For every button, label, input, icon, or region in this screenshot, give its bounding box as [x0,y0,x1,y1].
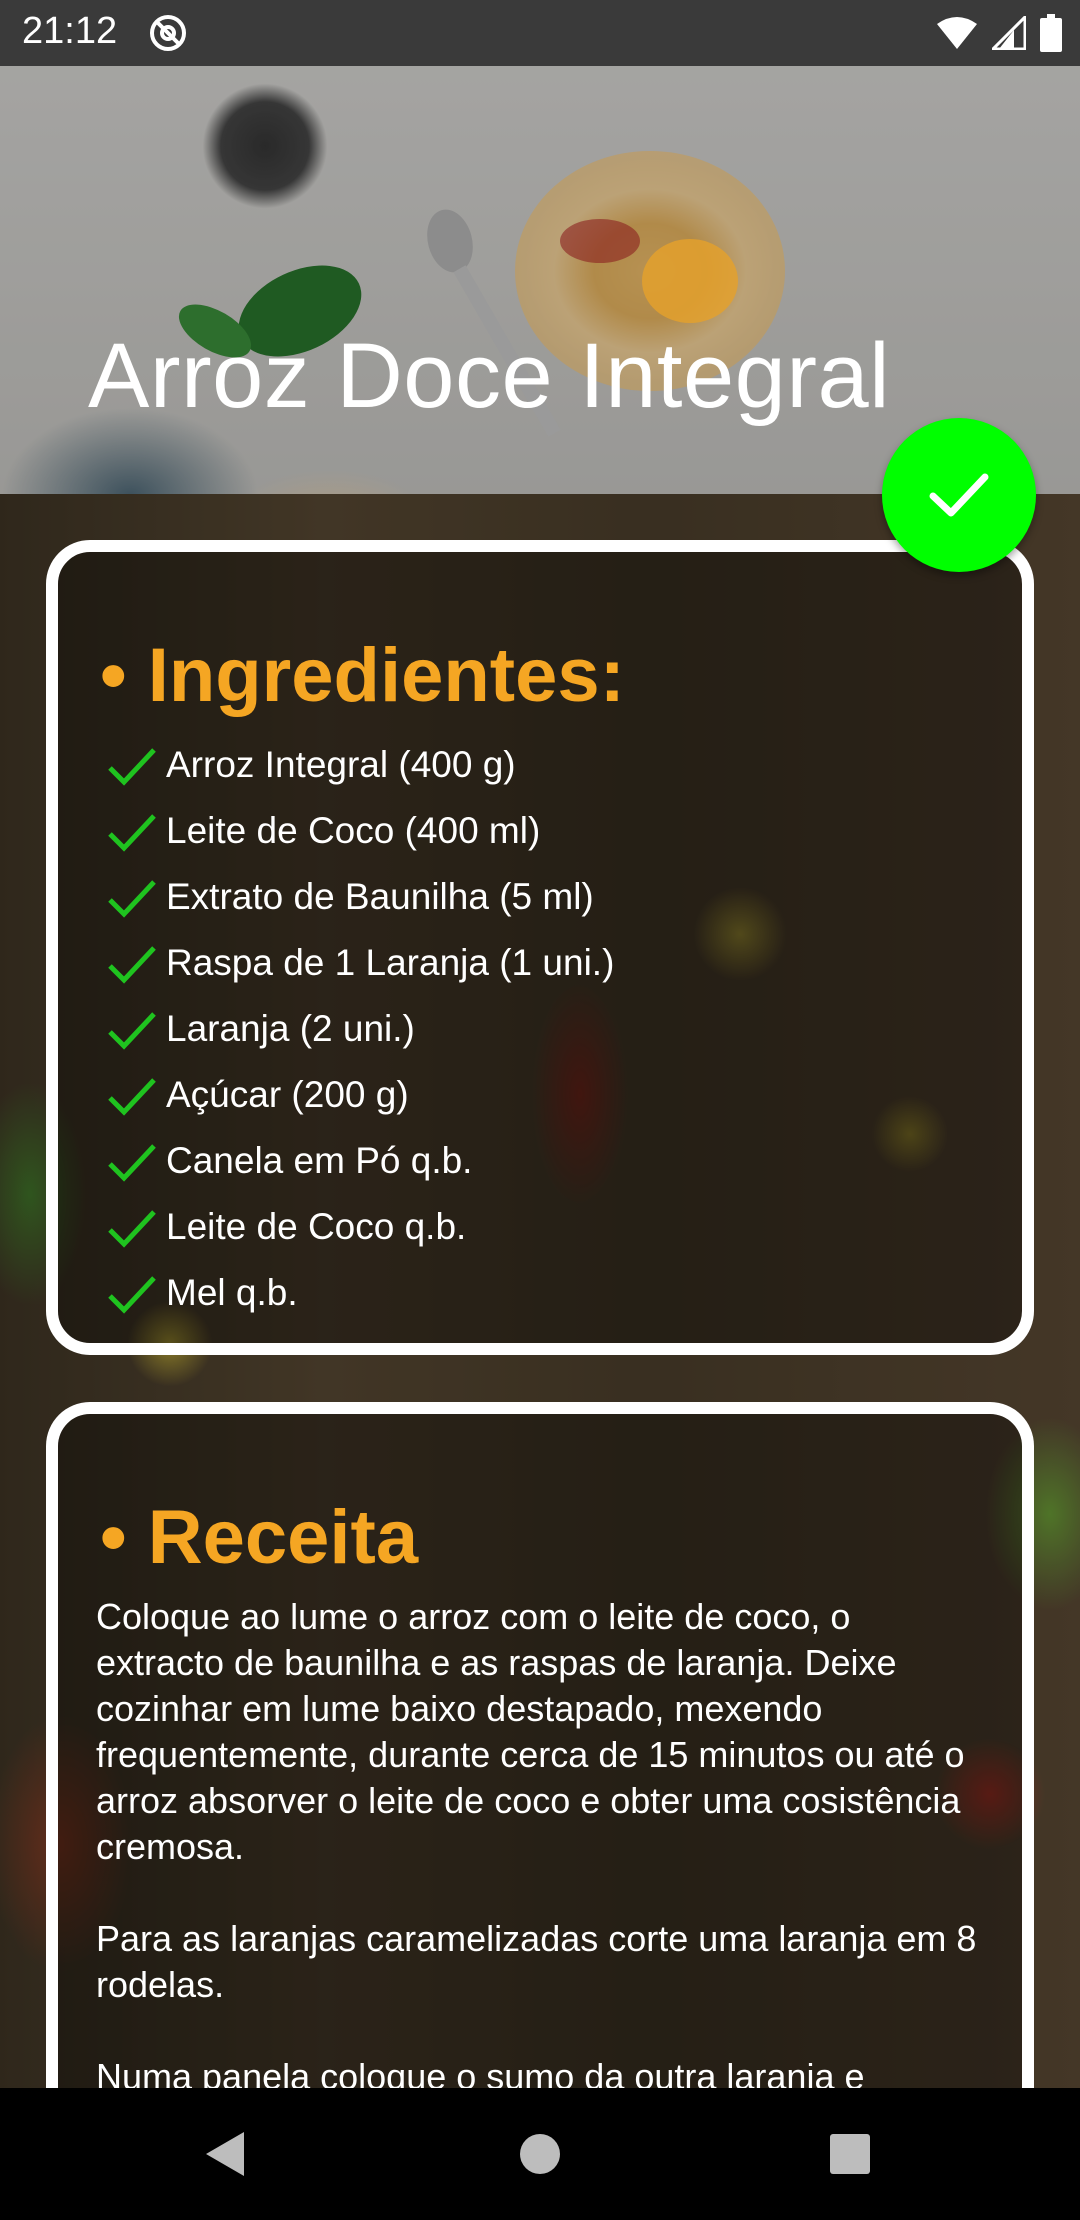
navigation-bar [0,2088,1080,2220]
status-bar: 21:12 [0,0,1080,66]
ingredient-item: Raspa de 1 Laranja (1 uni.) [106,920,614,986]
ingredient-item: Mel q.b. [106,1250,614,1316]
status-time: 21:12 [22,10,118,52]
ingredient-list: Arroz Integral (400 g) Leite de Coco (40… [106,722,614,1316]
ingredient-text: Mel q.b. [166,1272,298,1313]
recents-button[interactable] [822,2126,878,2182]
ingredient-item: Leite de Coco (400 ml) [106,788,614,854]
recipe-paragraph: Coloque ao lume o arroz com o leite de c… [96,1596,965,1867]
ingredient-item: Laranja (2 uni.) [106,986,614,1052]
ingredient-text: Leite de Coco q.b. [166,1206,467,1247]
check-icon [108,1144,156,1182]
ingredient-item: Extrato de Baunilha (5 ml) [106,854,614,920]
wifi-icon [937,17,977,49]
ingredient-item: Canela em Pó q.b. [106,1118,614,1184]
check-icon [108,1210,156,1248]
back-icon [206,2132,244,2176]
home-button[interactable] [512,2126,568,2182]
recipe-title: Arroz Doce Integral [88,325,891,427]
recipe-instructions: Coloque ao lume o arroz com o leite de c… [96,1594,986,2146]
ingredient-text: Açúcar (200 g) [166,1074,409,1115]
ingredient-text: Extrato de Baunilha (5 ml) [166,876,594,917]
recents-icon [830,2134,870,2174]
check-icon [929,473,989,517]
ingredient-item: Leite de Coco q.b. [106,1184,614,1250]
recipe-heading: • Receita [100,1495,419,1580]
back-button[interactable] [198,2126,254,2182]
check-icon [108,748,156,786]
ingredients-card: • Ingredientes: Arroz Integral (400 g) L… [46,540,1034,1355]
battery-icon [1040,14,1062,52]
home-icon [520,2134,560,2174]
ingredient-text: Laranja (2 uni.) [166,1008,415,1049]
ingredient-text: Leite de Coco (400 ml) [166,810,541,851]
signal-icon [992,16,1026,50]
recipe-paragraph: Para as laranjas caramelizadas corte uma… [96,1918,977,2005]
ingredient-text: Raspa de 1 Laranja (1 uni.) [166,942,615,983]
done-button[interactable] [882,418,1036,572]
status-icons [936,12,1062,54]
recipe-card[interactable]: • Receita Coloque ao lume o arroz com o … [46,1402,1034,2162]
ingredient-item: Arroz Integral (400 g) [106,722,614,788]
ingredient-item: Açúcar (200 g) [106,1052,614,1118]
check-icon [108,1276,156,1314]
ingredient-text: Arroz Integral (400 g) [166,744,516,785]
check-icon [108,880,156,918]
ingredient-text: Canela em Pó q.b. [166,1140,473,1181]
ingredients-heading: • Ingredientes: [100,633,625,718]
check-icon [108,814,156,852]
at-sign-icon [150,15,186,51]
check-icon [108,1012,156,1050]
check-icon [108,1078,156,1116]
check-icon [108,946,156,984]
